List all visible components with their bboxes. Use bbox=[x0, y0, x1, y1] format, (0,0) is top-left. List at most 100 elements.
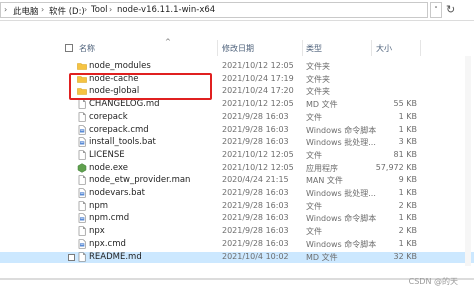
breadcrumb-this-pc[interactable]: 此电脑 bbox=[13, 5, 39, 17]
script-icon bbox=[77, 239, 87, 249]
file-modified-date: 2021/10/12 12:05 bbox=[222, 149, 294, 159]
file-size: 9 KB bbox=[398, 175, 417, 185]
watermark: CSDN @的天 bbox=[408, 277, 458, 286]
refresh-icon[interactable]: ↻ bbox=[446, 3, 455, 16]
file-type: 文件夹 bbox=[306, 87, 330, 97]
breadcrumb-chevron-icon: › bbox=[4, 5, 8, 14]
file-size: 3 KB bbox=[398, 137, 417, 147]
file-type: 应用程序 bbox=[306, 163, 338, 173]
breadcrumb-tool[interactable]: Tool bbox=[91, 5, 108, 15]
file-row[interactable]: CHANGELOG.md 2021/10/12 12:05 MD 文件 55 KB bbox=[0, 99, 474, 110]
file-row[interactable]: install_tools.bat 2021/9/28 16:03 Windows … bbox=[0, 137, 474, 148]
column-divider[interactable] bbox=[420, 40, 421, 56]
file-modified-date: 2020/4/24 21:15 bbox=[222, 175, 289, 185]
file-modified-date: 2021/9/28 16:03 bbox=[222, 137, 289, 147]
file-type: 文件 bbox=[306, 201, 322, 211]
file-name: corepack.cmd bbox=[89, 124, 149, 135]
column-header-type[interactable]: 类型 bbox=[306, 43, 322, 54]
file-size: 1 KB bbox=[398, 111, 417, 121]
column-header-row: 名称 修改日期 类型 大小 bbox=[0, 40, 474, 56]
file-row[interactable]: npx 2021/9/28 16:03 文件 2 KB bbox=[0, 226, 474, 237]
column-header-size[interactable]: 大小 bbox=[376, 43, 392, 54]
file-type: Windows 命令脚本 bbox=[306, 125, 377, 135]
file-row[interactable]: node_etw_provider.man 2020/4/24 21:15 MAN … bbox=[0, 175, 474, 186]
file-modified-date: 2021/10/12 12:05 bbox=[222, 99, 294, 109]
file-name: nodevars.bat bbox=[89, 188, 146, 198]
script-icon bbox=[77, 137, 87, 147]
row-checkbox[interactable] bbox=[68, 253, 75, 261]
file-name: README.md bbox=[89, 251, 142, 262]
file-row[interactable]: npm.cmd 2021/9/28 16:03 Windows 命令脚本 1 KB bbox=[0, 213, 474, 224]
file-icon bbox=[77, 226, 87, 236]
column-divider[interactable] bbox=[217, 40, 218, 56]
file-modified-date: 2021/9/28 16:03 bbox=[222, 213, 289, 223]
file-icon bbox=[77, 99, 87, 109]
script-icon bbox=[77, 124, 87, 135]
file-row[interactable]: corepack.cmd 2021/9/28 16:03 Windows 命令脚本 1… bbox=[0, 125, 474, 136]
file-row[interactable]: npm 2021/9/28 16:03 文件 2 KB bbox=[0, 201, 474, 212]
file-icon bbox=[77, 251, 87, 262]
column-divider[interactable] bbox=[371, 40, 372, 56]
file-size: 1 KB bbox=[398, 238, 417, 248]
file-row[interactable]: npx.cmd 2021/9/28 16:03 Windows 命令脚本 1 KB bbox=[0, 239, 474, 250]
file-size: 1 KB bbox=[398, 124, 417, 134]
file-size: 81 KB bbox=[393, 149, 417, 159]
file-modified-date: 2021/10/12 12:05 bbox=[222, 162, 294, 172]
file-modified-date: 2021/9/28 16:03 bbox=[222, 226, 289, 236]
file-type: 文件夹 bbox=[306, 74, 330, 84]
file-size: 1 KB bbox=[398, 188, 417, 197]
file-size: 1 KB bbox=[398, 213, 417, 223]
column-header-name[interactable]: 名称 bbox=[79, 43, 95, 54]
file-type: MAN 文件 bbox=[306, 176, 343, 186]
file-type: Windows 批处理... bbox=[306, 189, 376, 198]
file-name: install_tools.bat bbox=[89, 137, 156, 148]
address-bar[interactable]: › 此电脑 › 软件 (D:) › Tool › node-v16.11.1-w… bbox=[0, 2, 428, 18]
file-icon bbox=[77, 112, 87, 122]
address-history-dropdown-icon[interactable]: ˅ bbox=[430, 2, 442, 18]
file-name: node.exe bbox=[89, 162, 128, 173]
file-modified-date: 2021/9/28 16:03 bbox=[222, 200, 289, 210]
file-type: 文件 bbox=[306, 112, 322, 122]
file-row[interactable]: LICENSE 2021/10/12 12:05 文件 81 KB bbox=[0, 150, 474, 161]
file-modified-date: 2021/9/28 16:03 bbox=[222, 111, 289, 121]
file-name: LICENSE bbox=[89, 149, 125, 160]
breadcrumb-chevron-icon: › bbox=[109, 5, 113, 14]
file-type: 文件 bbox=[306, 227, 322, 237]
file-row[interactable]: node.exe 2021/10/12 12:05 应用程序 57,972 KB bbox=[0, 163, 474, 174]
file-row[interactable]: node_modules 2021/10/12 12:05 文件夹 bbox=[0, 61, 474, 72]
vertical-scrollbar[interactable] bbox=[465, 56, 471, 266]
file-modified-date: 2021/10/24 17:19 bbox=[222, 73, 294, 83]
file-type: MD 文件 bbox=[306, 100, 338, 110]
file-modified-date: 2021/9/28 16:03 bbox=[222, 238, 289, 248]
horizontal-scrollbar[interactable] bbox=[0, 278, 474, 280]
file-size: 2 KB bbox=[398, 200, 417, 210]
file-modified-date: 2021/9/28 16:03 bbox=[222, 188, 289, 197]
file-modified-date: 2021/10/24 17:20 bbox=[222, 86, 294, 96]
file-row[interactable]: README.md 2021/10/4 10:02 MD 文件 32 KB bbox=[0, 251, 474, 263]
file-icon bbox=[77, 201, 87, 211]
file-name: npm bbox=[89, 200, 109, 211]
file-row[interactable]: corepack 2021/9/28 16:03 文件 1 KB bbox=[0, 112, 474, 123]
file-name: npx bbox=[89, 226, 105, 237]
file-name: node_modules bbox=[89, 61, 151, 71]
node-app-icon bbox=[77, 162, 87, 173]
file-type: Windows 命令脚本 bbox=[306, 239, 377, 249]
breadcrumb-node-folder[interactable]: node-v16.11.1-win-x64 bbox=[117, 5, 215, 15]
file-modified-date: 2021/9/28 16:03 bbox=[222, 124, 289, 134]
highlight-annotation-box bbox=[69, 73, 212, 100]
file-icon bbox=[77, 175, 87, 185]
column-divider[interactable] bbox=[302, 40, 303, 56]
address-bar-area: › 此电脑 › 软件 (D:) › Tool › node-v16.11.1-w… bbox=[0, 0, 474, 21]
file-type: 文件 bbox=[306, 150, 322, 160]
breadcrumb-drive-d[interactable]: 软件 (D:) bbox=[49, 5, 85, 17]
script-icon bbox=[77, 188, 87, 198]
column-header-date[interactable]: 修改日期 bbox=[222, 43, 254, 54]
file-type: Windows 命令脚本 bbox=[306, 214, 377, 224]
script-icon bbox=[77, 213, 87, 224]
file-size: 57,972 KB bbox=[375, 162, 417, 172]
file-type: 文件夹 bbox=[306, 62, 330, 71]
file-row[interactable]: nodevars.bat 2021/9/28 16:03 Windows 批处理..… bbox=[0, 188, 474, 199]
breadcrumb-chevron-icon: › bbox=[84, 5, 88, 14]
file-size: 32 KB bbox=[393, 251, 417, 261]
file-size: 55 KB bbox=[393, 99, 417, 109]
